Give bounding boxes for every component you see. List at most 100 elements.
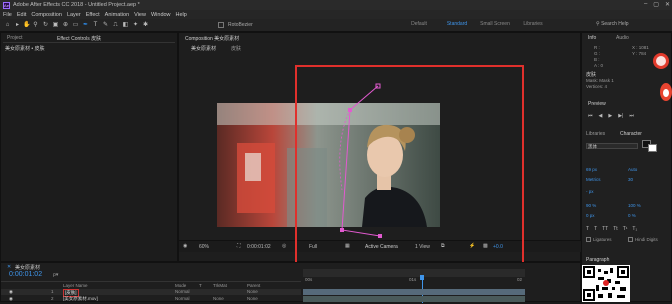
menu-view[interactable]: View (134, 12, 146, 18)
layer-bar[interactable] (303, 289, 525, 295)
column-layer-name[interactable]: Layer Name (63, 283, 88, 288)
all-caps-icon[interactable]: TT (602, 226, 608, 232)
minimize-icon[interactable]: – (644, 1, 647, 8)
pen-tool-icon[interactable]: ✒ (82, 22, 89, 29)
maximize-icon[interactable]: ▢ (653, 1, 659, 8)
faux-bold-icon[interactable]: T (586, 226, 589, 232)
workspace-standard[interactable]: Standard (438, 21, 476, 27)
shape-tool-icon[interactable]: ▭ (72, 22, 79, 29)
hand-tool-icon[interactable]: ✋ (23, 22, 30, 29)
subscript-icon[interactable]: T₁ (632, 226, 637, 232)
ruler-label-1s: 01s (409, 277, 417, 282)
comp-crumb-main[interactable]: 美女原素材 (191, 45, 216, 52)
menu-layer[interactable]: Layer (67, 12, 81, 18)
puppet-pin-tool-icon[interactable]: ✱ (142, 22, 149, 29)
menu-effect[interactable]: Effect (86, 12, 100, 18)
close-tab-icon[interactable]: ✕ (7, 264, 11, 270)
snapshot-icon[interactable]: ◎ (282, 243, 286, 249)
layer-visibility-icon[interactable]: ◉ (9, 296, 13, 302)
vertical-scale-value[interactable]: 90 % (586, 203, 596, 208)
timeline-search-input[interactable]: ρ▾ (53, 272, 58, 278)
zoom-tool-icon[interactable]: ⚲ (32, 22, 39, 29)
menu-file[interactable]: File (3, 12, 12, 18)
layer-visibility-icon[interactable]: ◉ (9, 289, 13, 295)
tab-libraries[interactable]: Libraries (586, 131, 605, 137)
tab-timeline-comp[interactable]: 美女原素材 (15, 264, 40, 271)
pan-behind-tool-icon[interactable]: ⊕ (62, 22, 69, 29)
tab-project[interactable]: Project (7, 35, 23, 41)
menu-window[interactable]: Window (151, 12, 171, 18)
small-caps-icon[interactable]: Tt (613, 226, 617, 232)
eraser-tool-icon[interactable]: ◧ (122, 22, 129, 29)
search-help-label: Search Help (601, 21, 629, 27)
font-size-value[interactable]: 69 px (586, 167, 597, 172)
camera-tool-icon[interactable]: ▣ (52, 22, 59, 29)
close-icon[interactable]: ✕ (665, 1, 670, 8)
hindi-digits-label: Hindi Digits (635, 237, 658, 242)
kerning-value[interactable]: Metrics (586, 177, 601, 182)
tsume-value[interactable]: 0 % (628, 213, 636, 218)
roto-brush-tool-icon[interactable]: ✦ (132, 22, 139, 29)
brush-tool-icon[interactable]: ✎ (102, 22, 109, 29)
type-tool-icon[interactable]: T (92, 22, 99, 29)
timeline-timecode[interactable]: 0:00:01:02 (9, 271, 42, 278)
rotobezier-checkbox[interactable] (218, 22, 224, 28)
fill-color-swatch[interactable] (648, 144, 657, 152)
layer-parent[interactable]: None (247, 296, 258, 301)
tab-info[interactable]: Info (588, 35, 596, 41)
table-row[interactable]: ◉ 2 [美女原素材.mov] Normal None None (1, 296, 301, 302)
previous-frame-icon[interactable]: ◀ (599, 113, 603, 119)
ligatures-checkbox[interactable] (586, 237, 591, 242)
column-parent[interactable]: Parent (247, 283, 260, 288)
font-family-dropdown[interactable]: 黑体 (586, 143, 638, 149)
menu-edit[interactable]: Edit (17, 12, 26, 18)
workspace-default[interactable]: Default (400, 21, 438, 27)
layer-mode[interactable]: Normal (175, 296, 190, 301)
tab-character[interactable]: Character (620, 131, 642, 137)
next-frame-icon[interactable]: ▶| (618, 113, 623, 119)
layer-trkmat[interactable]: None (213, 296, 224, 301)
superscript-icon[interactable]: T¹ (623, 226, 628, 232)
zoom-dropdown[interactable]: 60% (199, 244, 209, 250)
hindi-digits-checkbox[interactable] (628, 237, 633, 242)
baseline-shift-value[interactable]: 0 px (586, 213, 595, 218)
rotate-tool-icon[interactable]: ↻ (42, 22, 49, 29)
always-preview-icon[interactable]: ◉ (183, 243, 187, 249)
tab-effect-controls[interactable]: Effect Controls 皮肤 (57, 35, 101, 42)
home-icon[interactable]: ⌂ (4, 22, 11, 29)
search-help[interactable]: ⚲ Search Help (596, 21, 629, 27)
comp-crumb-skin[interactable]: 皮肤 (231, 45, 241, 52)
clone-stamp-tool-icon[interactable]: ⎍ (112, 22, 119, 29)
play-icon[interactable]: ▶ (608, 113, 612, 119)
time-navigator[interactable] (303, 269, 525, 277)
workspace-libraries[interactable]: Libraries (514, 21, 552, 27)
layer-mode[interactable]: Normal (175, 289, 190, 294)
workspace-small-screen[interactable]: Small Screen (476, 21, 514, 27)
tab-audio[interactable]: Audio (616, 35, 629, 41)
info-r: R : (594, 45, 600, 50)
stroke-width-value[interactable]: - px (586, 189, 594, 194)
last-frame-icon[interactable]: ⏭ (629, 113, 634, 119)
layer-name[interactable]: [美女原素材.mov] (63, 296, 98, 302)
menu-animation[interactable]: Animation (105, 12, 129, 18)
menu-help[interactable]: Help (176, 12, 187, 18)
layer-parent[interactable]: None (247, 289, 258, 294)
first-frame-icon[interactable]: ⏮ (588, 113, 593, 119)
menu-composition[interactable]: Composition (31, 12, 62, 18)
viewer-timecode[interactable]: 0:00:01:02 (247, 244, 271, 250)
selection-tool-icon[interactable]: ▸ (14, 22, 21, 29)
faux-italic-icon[interactable]: T (594, 226, 597, 232)
tab-composition[interactable]: Composition 美女原素材 (185, 35, 239, 42)
ruler-label-start: 00s (305, 277, 313, 282)
leading-value[interactable]: Auto (628, 167, 637, 172)
tracking-value[interactable]: 30 (628, 177, 633, 182)
tab-paragraph[interactable]: Paragraph (586, 257, 609, 263)
column-mode[interactable]: Mode (175, 283, 186, 288)
table-row[interactable]: ◉ 1 [皮肤] Normal None (1, 289, 301, 297)
layer-bar[interactable] (303, 296, 525, 302)
horizontal-scale-value[interactable]: 100 % (628, 203, 641, 208)
fit-icon[interactable]: ⛶ (237, 243, 241, 249)
column-t[interactable]: T (199, 283, 202, 288)
column-trkmat[interactable]: TrkMat (213, 283, 227, 288)
tab-divider (3, 42, 175, 43)
